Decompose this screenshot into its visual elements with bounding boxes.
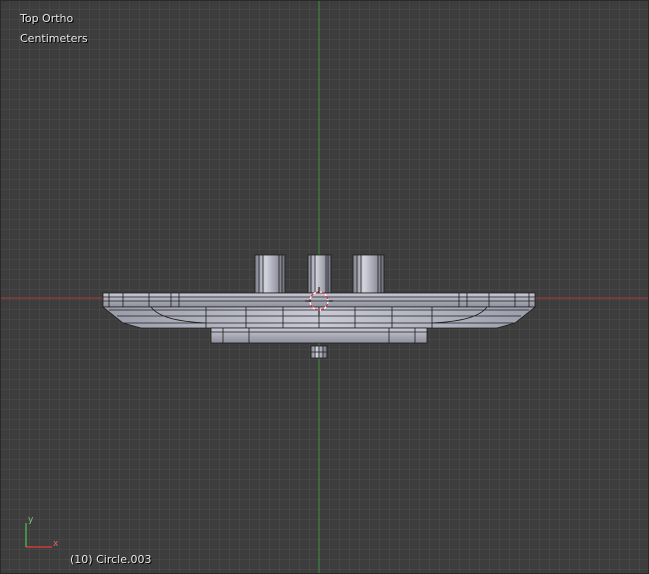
gizmo-x-label: x [53,539,59,549]
mesh-object[interactable] [101,254,537,359]
cylinder-post [352,254,385,294]
knob [310,345,328,359]
object-info-label: (10) Circle.003 [70,553,152,566]
cylinder-post [254,254,286,294]
gizmo-y-label: y [28,515,34,525]
top-plate [102,292,536,308]
units-label: Centimeters [20,32,88,45]
base-block [210,327,428,344]
3d-viewport[interactable]: x y Top Ortho Centimeters (10) Circle.00… [0,0,649,574]
axis-gizmo-icon: x y [25,515,59,549]
scene-canvas[interactable]: x y [1,1,649,574]
view-name-label: Top Ortho [20,12,74,25]
